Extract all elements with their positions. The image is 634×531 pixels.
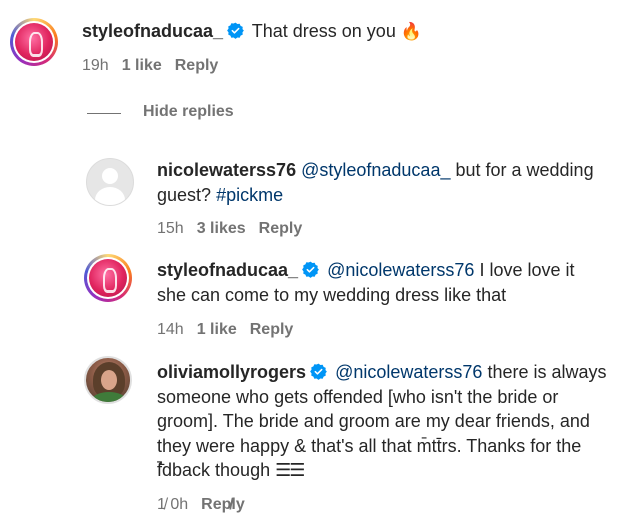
comment-body: nicolewaterss76 @styleofnaducaa_ but for…: [157, 158, 597, 207]
hashtag-link[interactable]: #pickme: [216, 185, 283, 205]
timestamp[interactable]: 19h: [82, 57, 109, 74]
reply-button[interactable]: Reply: [175, 57, 219, 74]
timestamp[interactable]: 15h: [157, 220, 184, 237]
comment-body: oliviamollyrogers @nicolewaterss76 there…: [157, 360, 612, 483]
comment-text: That dress on you: [251, 21, 396, 41]
comment-meta: 14h 1 like Reply: [157, 321, 306, 339]
comment-meta: 15h 3 likes Reply: [157, 220, 315, 238]
mention-link[interactable]: @nicolewaterss76: [327, 260, 474, 280]
comment-meta: 19h 1 like Reply: [82, 57, 231, 75]
mention-link[interactable]: @styleofnaducaa_: [301, 160, 450, 180]
hide-replies-button[interactable]: Hide replies: [143, 103, 234, 121]
reply-button[interactable]: Rep̸ly: [201, 496, 245, 513]
username[interactable]: oliviamollyrogers: [157, 362, 306, 382]
reply-button[interactable]: Reply: [250, 321, 294, 338]
comment-meta: 1̸ 0h Rep̸ly: [157, 496, 258, 514]
timestamp[interactable]: 14h: [157, 321, 184, 338]
like-count[interactable]: 1 like: [122, 57, 162, 74]
timestamp[interactable]: 1̸ 0h: [157, 496, 188, 513]
mention-link[interactable]: @nicolewaterss76: [335, 362, 482, 382]
like-count[interactable]: 1 like: [197, 321, 237, 338]
verified-badge-icon: [227, 22, 244, 39]
verified-badge-icon: [302, 261, 319, 278]
comment-body: styleofnaducaa_ @nicolewaterss76 I love …: [157, 258, 577, 307]
username[interactable]: styleofnaducaa_: [157, 260, 298, 280]
emoji: ☰☰: [275, 460, 305, 480]
avatar[interactable]: [84, 254, 132, 302]
username[interactable]: styleofnaducaa_: [82, 21, 223, 41]
verified-badge-icon: [310, 363, 327, 380]
reply-button[interactable]: Reply: [259, 220, 303, 237]
avatar[interactable]: [84, 356, 132, 404]
username[interactable]: nicolewaterss76: [157, 160, 296, 180]
avatar[interactable]: [10, 18, 58, 66]
default-avatar-icon[interactable]: [86, 158, 134, 206]
comment-body: styleofnaducaa_ That dress on you 🔥: [82, 19, 612, 45]
like-count[interactable]: 3 likes: [197, 220, 246, 237]
replies-divider-line: [87, 113, 121, 114]
fire-emoji: 🔥: [400, 22, 423, 41]
